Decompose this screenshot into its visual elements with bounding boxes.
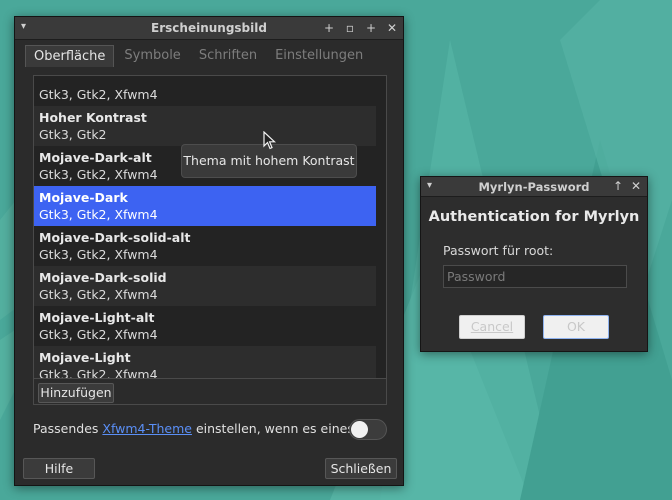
tab-oberflaeche[interactable]: Oberfläche <box>25 45 115 67</box>
list-item[interactable]: Mojave-Dark-solid-alt Gtk3, Gtk2, Xfwm4 <box>34 226 376 266</box>
list-item[interactable]: Mojave-Light Gtk3, Gtk2, Xfwm4 <box>34 346 376 379</box>
list-toolbar: Hinzufügen <box>33 379 387 405</box>
tab-einstellungen[interactable]: Einstellungen <box>267 45 371 67</box>
shade-icon[interactable]: ▫ <box>345 20 355 36</box>
add-theme-button[interactable]: Hinzufügen <box>38 383 114 403</box>
list-scrollbar[interactable] <box>376 76 386 378</box>
list-item[interactable]: Mojave-Dark-solid Gtk3, Gtk2, Xfwm4 <box>34 266 376 306</box>
list-item[interactable]: Gtk3, Gtk2, Xfwm4 <box>34 76 376 106</box>
cancel-button[interactable]: Cancel <box>459 315 525 339</box>
xfwm4-theme-option: Passendes Xfwm4-Theme einstellen, wenn e… <box>33 419 387 441</box>
password-dialog: ▾ Myrlyn-Password ↑ ✕ Authentication for… <box>420 176 648 352</box>
option-prefix: Passendes <box>33 421 103 436</box>
ok-button[interactable]: OK <box>543 315 609 339</box>
theme-name: Hoher Kontrast <box>39 110 147 125</box>
theme-name: Mojave-Dark-solid-alt <box>39 230 191 245</box>
theme-description: Gtk3, Gtk2, Xfwm4 <box>39 367 158 379</box>
password-label: Passwort für root: <box>443 243 554 258</box>
theme-description: Gtk3, Gtk2, Xfwm4 <box>39 327 158 342</box>
theme-name: Mojave-Light <box>39 350 131 365</box>
password-titlebar[interactable]: ▾ Myrlyn-Password ↑ ✕ <box>421 177 647 197</box>
theme-description: Gtk3, Gtk2, Xfwm4 <box>39 207 158 222</box>
theme-description: Gtk3, Gtk2 <box>39 127 107 142</box>
theme-name: Mojave-Dark <box>39 190 128 205</box>
list-item[interactable]: Mojave-Light-alt Gtk3, Gtk2, Xfwm4 <box>34 306 376 346</box>
theme-list[interactable]: Gtk3, Gtk2, Xfwm4 Hoher Kontrast Gtk3, G… <box>33 75 387 379</box>
tab-symbole[interactable]: Symbole <box>116 45 188 67</box>
xfwm4-theme-link[interactable]: Xfwm4-Theme <box>102 421 192 436</box>
tab-schriften[interactable]: Schriften <box>191 45 265 67</box>
toggle-knob <box>351 421 368 438</box>
appearance-window: ▾ Erscheinungsbild + ▫ + ✕ Oberfläche Sy… <box>14 16 404 486</box>
theme-description: Gtk3, Gtk2, Xfwm4 <box>39 87 158 102</box>
close-button[interactable]: Schließen <box>325 458 397 479</box>
help-button[interactable]: Hilfe <box>23 458 95 479</box>
theme-name: Mojave-Light-alt <box>39 310 155 325</box>
password-input[interactable] <box>443 265 627 288</box>
maximize-icon[interactable]: ↑ <box>613 178 623 194</box>
theme-name: Mojave-Dark-solid <box>39 270 167 285</box>
list-item-selected[interactable]: Mojave-Dark Gtk3, Gtk2, Xfwm4 <box>34 186 376 226</box>
mouse-cursor-icon <box>263 130 277 154</box>
pin-icon[interactable]: + <box>324 20 334 36</box>
theme-description: Gtk3, Gtk2, Xfwm4 <box>39 247 158 262</box>
theme-description: Gtk3, Gtk2, Xfwm4 <box>39 287 158 302</box>
list-item[interactable]: Hoher Kontrast Gtk3, Gtk2 <box>34 106 376 146</box>
close-icon[interactable]: ✕ <box>631 178 641 194</box>
appearance-titlebar[interactable]: ▾ Erscheinungsbild + ▫ + ✕ <box>15 17 403 40</box>
maximize-icon[interactable]: + <box>366 20 376 36</box>
xfwm4-theme-toggle[interactable] <box>349 419 387 440</box>
cancel-label: Cancel <box>470 319 514 334</box>
auth-heading: Authentication for Myrlyn <box>428 209 640 225</box>
close-icon[interactable]: ✕ <box>387 20 397 36</box>
tab-bar: Oberfläche Symbole Schriften Einstellung… <box>25 45 371 67</box>
